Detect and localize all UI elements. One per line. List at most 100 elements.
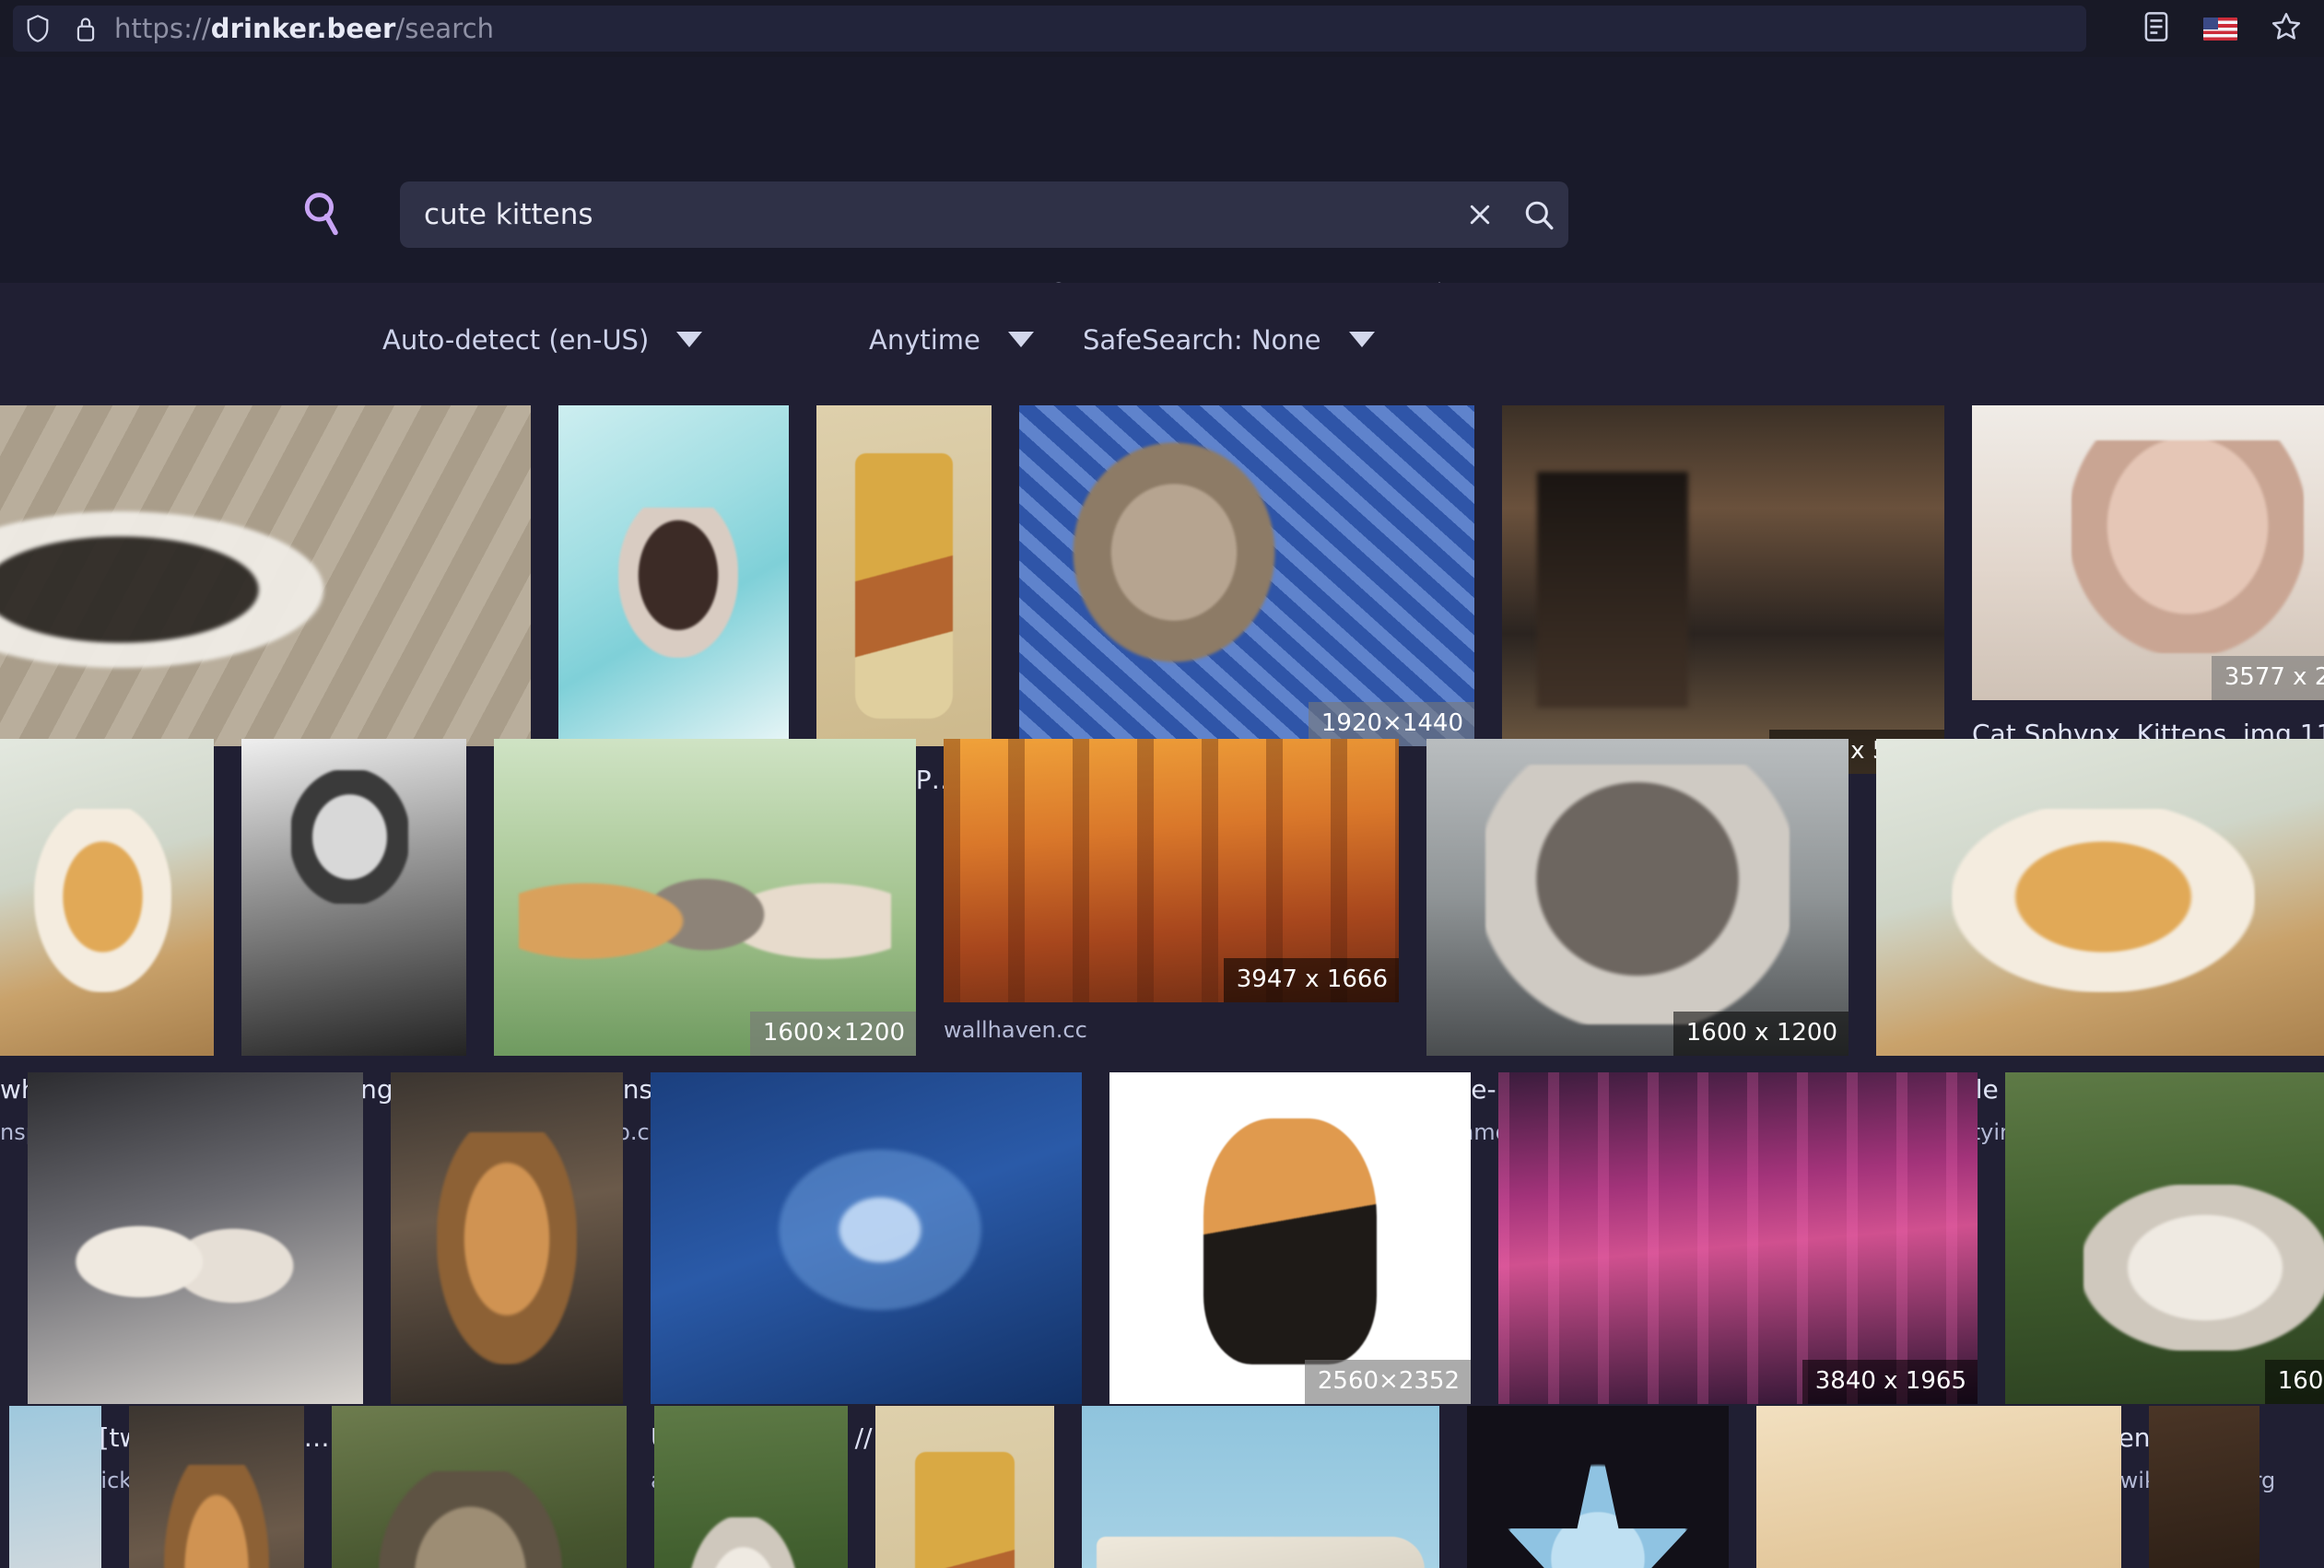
thumbnail-image <box>1109 1072 1471 1404</box>
filter-bar: Auto-detect (en-US) Anytime SafeSearch: … <box>0 283 2324 396</box>
image-dimensions-badge: 1600 x 1200 <box>2264 1360 2324 1404</box>
address-bar[interactable]: https://drinker.beer/search <box>13 6 2086 52</box>
image-result-card[interactable] <box>875 1406 1054 1568</box>
image-result-card[interactable] <box>2149 1406 2259 1568</box>
result-thumbnail[interactable] <box>0 405 531 746</box>
thumbnail-image <box>558 405 789 746</box>
thumbnail-image <box>1502 405 1944 774</box>
thumbnail-image <box>129 1406 304 1568</box>
image-dimensions-badge: 3947 x 1666 <box>1223 958 1399 1002</box>
thumbnail-image <box>241 739 466 1056</box>
result-thumbnail[interactable]: 3840 x 1965 <box>1498 1072 1978 1404</box>
image-dimensions-badge: 1600 x 1200 <box>1673 1012 1849 1056</box>
clear-icon[interactable] <box>1450 181 1509 248</box>
language-filter[interactable]: Auto-detect (en-US) <box>382 323 703 356</box>
thumbnail-image <box>1467 1406 1729 1568</box>
image-result-card[interactable]: 3840 x 1965wallhaven.cc <box>1498 1072 1978 1445</box>
result-thumbnail[interactable]: 1600 x 1200 <box>1426 739 1849 1056</box>
result-thumbnail[interactable] <box>1467 1406 1729 1568</box>
image-result-card[interactable]: 3947 x 1666 wallhaven.cc <box>944 739 1399 1043</box>
thumbnail-image <box>816 405 992 746</box>
chevron-down-icon[interactable] <box>1007 332 1034 347</box>
url-prefix: https:// <box>114 13 211 44</box>
result-thumbnail[interactable]: 1600×1200 <box>494 739 916 1056</box>
shield-icon[interactable] <box>13 14 63 43</box>
thumbnail-image <box>1498 1072 1978 1404</box>
chevron-down-icon[interactable] <box>676 332 703 347</box>
result-thumbnail[interactable] <box>0 739 214 1056</box>
thumbnail-image <box>391 1072 623 1404</box>
result-thumbnail[interactable] <box>129 1406 304 1568</box>
search-box[interactable] <box>400 181 1568 248</box>
result-thumbnail[interactable]: 3577 x 2500 <box>1972 405 2324 700</box>
thumbnail-image <box>1876 739 2324 1056</box>
search-header: General Images Videos News Map Music <box>0 57 2324 324</box>
thumbnail-image <box>0 405 531 746</box>
url-text: https://drinker.beer/search <box>109 13 494 44</box>
thumbnail-image <box>9 1406 101 1568</box>
thumbnail-image <box>1426 739 1849 1056</box>
image-result-card[interactable] <box>9 1406 101 1568</box>
reader-view-icon[interactable] <box>2142 11 2170 46</box>
image-dimensions-badge: 3577 x 2500 <box>2211 656 2324 700</box>
thumbnail-image <box>651 1072 1082 1404</box>
result-thumbnail[interactable] <box>2149 1406 2259 1568</box>
url-path: /search <box>395 13 495 44</box>
result-thumbnail[interactable] <box>391 1072 623 1404</box>
bookmark-star-icon[interactable] <box>2271 11 2302 46</box>
result-thumbnail[interactable] <box>654 1406 848 1568</box>
url-domain: drinker.beer <box>210 13 396 44</box>
safesearch-filter-label: SafeSearch: None <box>1083 323 1321 356</box>
image-dimensions-badge: 3840 x 1965 <box>1802 1360 1978 1404</box>
result-thumbnail[interactable]: 1600 x 1200 <box>2005 1072 2324 1404</box>
results-row <box>0 1406 2324 1568</box>
thumbnail-image <box>654 1406 848 1568</box>
result-thumbnail[interactable] <box>1876 739 2324 1056</box>
image-dimensions-badge: 2560×2352 <box>1304 1360 1471 1404</box>
browser-toolbar: https://drinker.beer/search <box>0 0 2324 57</box>
result-thumbnail[interactable] <box>28 1072 363 1404</box>
result-thumbnail[interactable] <box>875 1406 1054 1568</box>
thumbnail-image <box>875 1406 1054 1568</box>
image-dimensions-badge: 1600×1200 <box>749 1012 916 1056</box>
thumbnail-image <box>0 739 214 1056</box>
thumbnail-image <box>1082 1406 1439 1568</box>
result-thumbnail[interactable] <box>558 405 789 746</box>
result-thumbnail[interactable]: 4170 x 5213 <box>1502 405 1944 774</box>
time-filter-label: Anytime <box>869 323 980 356</box>
thumbnail-image <box>2149 1406 2259 1568</box>
toolbar-actions <box>2142 0 2315 57</box>
thumbnail-image <box>2005 1072 2324 1404</box>
image-result-card[interactable] <box>1082 1406 1439 1568</box>
search-submit-icon[interactable] <box>1509 181 1568 248</box>
image-result-card[interactable] <box>129 1406 304 1568</box>
safesearch-filter[interactable]: SafeSearch: None <box>1083 324 1375 356</box>
lock-icon[interactable] <box>63 15 109 42</box>
thumbnail-image <box>1756 1406 2121 1568</box>
us-flag-icon[interactable] <box>2203 17 2237 41</box>
result-thumbnail[interactable] <box>9 1406 101 1568</box>
time-filter[interactable]: Anytime <box>869 324 1034 356</box>
language-filter-label: Auto-detect (en-US) <box>382 323 650 356</box>
image-result-card[interactable] <box>1467 1406 1729 1568</box>
image-results-grid: n - Bangalore -…ma siamese c…unsplash.co… <box>0 396 2324 1568</box>
result-thumbnail[interactable]: 3947 x 1666 <box>944 739 1399 1002</box>
result-thumbnail[interactable] <box>241 739 466 1056</box>
image-result-card[interactable]: 3577 x 2500Cat Sphynx. Kittens. img 11co… <box>1972 405 2324 790</box>
image-result-card[interactable] <box>1756 1406 2121 1568</box>
result-thumbnail[interactable] <box>1082 1406 1439 1568</box>
chevron-down-icon[interactable] <box>1348 332 1375 347</box>
result-thumbnail[interactable]: 2560×2352 <box>1109 1072 1471 1404</box>
search-input[interactable] <box>400 198 1450 231</box>
image-result-card[interactable] <box>332 1406 627 1568</box>
magnifier-logo-icon[interactable] <box>299 189 347 237</box>
image-result-card[interactable] <box>654 1406 848 1568</box>
thumbnail-image <box>28 1072 363 1404</box>
result-thumbnail[interactable] <box>1756 1406 2121 1568</box>
result-thumbnail[interactable] <box>651 1072 1082 1404</box>
result-thumbnail[interactable] <box>816 405 992 746</box>
result-thumbnail[interactable]: 1920×1440 <box>1019 405 1474 746</box>
result-thumbnail[interactable] <box>332 1406 627 1568</box>
result-source[interactable]: wallhaven.cc <box>944 1017 1399 1043</box>
thumbnail-image <box>1019 405 1474 746</box>
